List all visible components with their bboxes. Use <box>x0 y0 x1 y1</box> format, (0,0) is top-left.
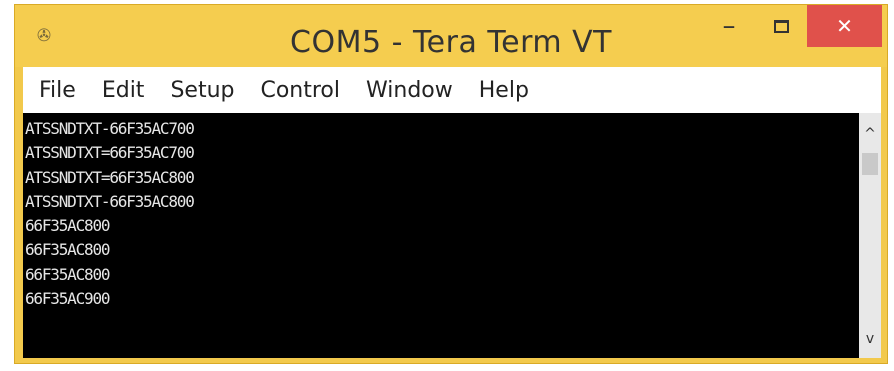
terminal-output[interactable]: ATSSNDTXT-66F35AC700 ATSSNDTXT=66F35AC70… <box>23 113 859 358</box>
terminal-line: ATSSNDTXT=66F35AC800 <box>25 167 195 187</box>
chevron-up-icon: ^ <box>864 126 876 142</box>
terminal-line: ATSSNDTXT-66F35AC700 <box>25 119 195 138</box>
scroll-up-button[interactable]: ^ <box>859 121 881 147</box>
menu-edit[interactable]: Edit <box>89 78 158 103</box>
scroll-down-button[interactable]: v <box>859 326 881 352</box>
tera-term-window: ✇ COM5 - Tera Term VT – ✕ File Edit Setu… <box>14 4 888 364</box>
terminal-line: 66F35AC800 <box>25 264 111 284</box>
vertical-scrollbar[interactable]: ^ v <box>859 113 881 358</box>
close-icon: ✕ <box>836 14 853 38</box>
close-button[interactable]: ✕ <box>807 5 882 47</box>
menu-bar: File Edit Setup Control Window Help <box>23 67 881 113</box>
maximize-icon <box>773 19 789 33</box>
menu-window[interactable]: Window <box>353 78 466 103</box>
terminal-line: 66F35AC800 <box>25 216 111 236</box>
chevron-down-icon: v <box>865 331 875 347</box>
minimize-button[interactable]: – <box>705 5 753 47</box>
terminal-line: ATSSNDTXT-66F35AC800 <box>25 191 195 211</box>
menu-setup[interactable]: Setup <box>157 78 247 103</box>
scroll-thumb[interactable] <box>862 153 878 175</box>
menu-file[interactable]: File <box>23 78 89 103</box>
menu-control[interactable]: Control <box>247 78 353 103</box>
menu-help[interactable]: Help <box>466 78 542 103</box>
terminal-line: 66F35AC800 <box>25 240 111 260</box>
terminal-line: ATSSNDTXT=66F35AC700 <box>25 143 195 163</box>
minimize-icon: – <box>722 11 736 41</box>
title-bar[interactable]: ✇ COM5 - Tera Term VT – ✕ <box>15 5 887 67</box>
terminal-line: 66F35AC900 <box>25 289 111 309</box>
maximize-button[interactable] <box>755 5 807 47</box>
